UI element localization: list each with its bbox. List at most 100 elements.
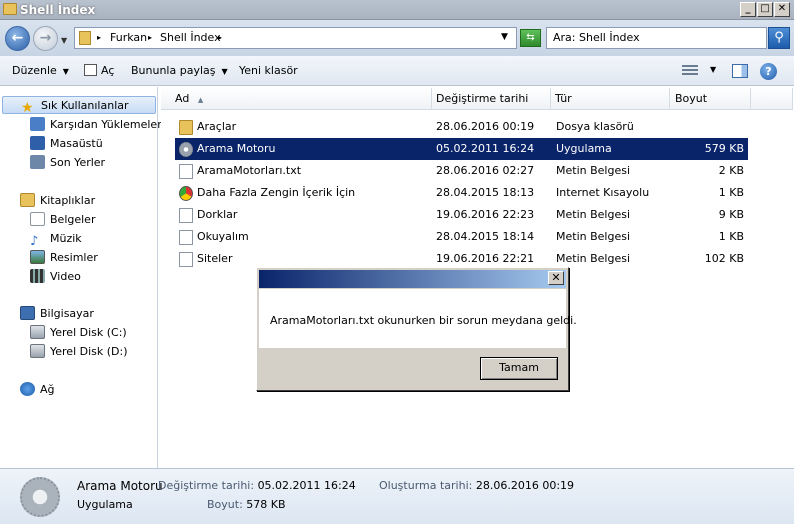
details-created: Oluşturma tarihi: 28.06.2016 00:19 (379, 479, 574, 492)
recent-pages-dropdown-icon[interactable]: ▼ (61, 36, 67, 45)
organize-label: Düzenle (12, 64, 57, 77)
details-size-value: 578 KB (246, 498, 286, 511)
file-type: Dosya klasörü (556, 120, 634, 133)
nav-favorites-label: Sık Kullanılanlar (41, 99, 129, 112)
back-button[interactable]: ← (5, 26, 30, 51)
dialog-close-button[interactable]: ✕ (548, 271, 564, 285)
share-button[interactable]: Bununla paylaş ▼ (131, 64, 228, 77)
column-header-type[interactable]: Tür (551, 88, 670, 110)
file-type: Metin Belgesi (556, 230, 631, 243)
column-header-date[interactable]: Değiştirme tarihi (432, 88, 551, 110)
file-type: Internet Kısayolu (556, 186, 650, 199)
details-modified: Değiştirme tarihi: 05.02.2011 16:24 (158, 479, 356, 492)
address-bar[interactable]: ▸ Furkan ▸ Shell İndex ▸ ▼ (74, 27, 517, 49)
chevron-right-icon[interactable]: ▸ (218, 33, 222, 42)
organize-button[interactable]: Düzenle ▼ (12, 64, 69, 77)
breadcrumb-furkan[interactable]: Furkan (110, 31, 147, 44)
nav-desktop[interactable]: Masaüstü (30, 135, 103, 153)
nav-desktop-label: Masaüstü (50, 137, 103, 150)
error-dialog: ✕ AramaMotorları.txt okunurken bir sorun… (256, 267, 577, 391)
chevron-right-icon[interactable]: ▸ (97, 33, 101, 42)
column-headers: Ad ▲ Değiştirme tarihi Tür Boyut (161, 88, 793, 110)
document-icon (179, 208, 193, 223)
file-name: Okuyalım (197, 230, 249, 243)
file-row[interactable]: Dorklar 19.06.2016 22:23 Metin Belgesi 9… (175, 204, 748, 226)
nav-documents-label: Belgeler (50, 213, 96, 226)
document-icon (179, 164, 193, 179)
file-date: 19.06.2016 22:23 (436, 208, 535, 221)
address-dropdown-icon[interactable]: ▼ (501, 32, 508, 42)
new-folder-button[interactable]: Yeni klasör (239, 64, 298, 77)
file-type: Metin Belgesi (556, 164, 631, 177)
nav-music[interactable]: ♪ Müzik (30, 230, 82, 249)
preview-pane-icon[interactable] (732, 64, 748, 78)
details-created-value: 28.06.2016 00:19 (475, 479, 575, 492)
calendar-icon (84, 64, 97, 76)
forward-button[interactable]: → (33, 26, 58, 51)
downloads-icon (30, 117, 45, 131)
chrome-icon (179, 186, 193, 201)
minimize-button[interactable]: _ (740, 2, 756, 17)
sort-ascending-icon: ▲ (197, 96, 204, 104)
nav-libraries-label: Kitaplıklar (40, 194, 96, 207)
file-row[interactable]: Daha Fazla Zengin İçerik İçin 28.04.2015… (175, 182, 748, 204)
column-header-size[interactable]: Boyut (670, 88, 751, 110)
open-button[interactable]: Aç (84, 64, 114, 77)
breadcrumb-shell-index[interactable]: Shell İndex (160, 31, 221, 44)
ok-button[interactable]: Tamam (480, 357, 558, 380)
details-size-label: Boyut: (207, 498, 243, 511)
file-date: 28.04.2015 18:14 (436, 230, 535, 243)
folder-icon (179, 120, 193, 135)
nav-computer-label: Bilgisayar (40, 307, 94, 320)
nav-downloads[interactable]: Karşıdan Yüklemeler (30, 116, 162, 134)
dialog-title-bar[interactable]: ✕ (259, 270, 566, 288)
maximize-button[interactable]: □ (757, 2, 773, 17)
nav-documents[interactable]: Belgeler (30, 211, 95, 229)
folder-icon (3, 3, 17, 15)
nav-network[interactable]: Ağ (20, 381, 55, 399)
file-name: Araçlar (197, 120, 237, 133)
file-date: 28.04.2015 18:13 (436, 186, 535, 199)
views-icon[interactable] (682, 65, 698, 77)
nav-favorites[interactable]: ★ Sık Kullanılanlar (2, 96, 156, 115)
nav-computer[interactable]: Bilgisayar (20, 305, 94, 323)
nav-pictures[interactable]: Resimler (30, 249, 98, 267)
close-button[interactable]: ✕ (774, 2, 790, 17)
computer-icon (20, 306, 35, 320)
open-label: Aç (101, 64, 115, 77)
nav-video[interactable]: Video (30, 268, 81, 286)
file-row-selected[interactable]: Arama Motoru 05.02.2011 16:24 Uygulama 5… (175, 138, 748, 160)
views-dropdown-icon[interactable]: ▼ (710, 65, 716, 74)
file-row[interactable]: AramaMotorları.txt 28.06.2016 02:27 Meti… (175, 160, 748, 182)
nav-music-label: Müzik (50, 232, 82, 245)
file-row[interactable]: Okuyalım 28.04.2015 18:14 Metin Belgesi … (175, 226, 748, 248)
column-header-empty[interactable] (751, 88, 793, 110)
column-header-name[interactable]: Ad ▲ (161, 88, 432, 110)
nav-video-label: Video (50, 270, 81, 283)
nav-recent-places[interactable]: Son Yerler (30, 154, 105, 172)
file-row[interactable]: Araçlar 28.06.2016 00:19 Dosya klasörü (175, 116, 748, 138)
nav-libraries[interactable]: Kitaplıklar (20, 192, 95, 210)
window-title: Shell İndex (20, 3, 96, 17)
details-created-label: Oluşturma tarihi: (379, 479, 473, 492)
title-bar: Shell İndex _ □ ✕ (0, 0, 794, 20)
search-icon[interactable]: ⚲ (768, 27, 790, 49)
file-size: 102 KB (704, 252, 744, 265)
details-modified-label: Değiştirme tarihi: (158, 479, 255, 492)
dialog-message: AramaMotorları.txt okunurken bir sorun m… (270, 314, 577, 327)
desktop-icon (30, 136, 45, 150)
nav-disk-d[interactable]: Yerel Disk (D:) (30, 343, 128, 361)
chevron-right-icon[interactable]: ▸ (148, 33, 152, 42)
documents-icon (30, 212, 45, 226)
dialog-body: AramaMotorları.txt okunurken bir sorun m… (259, 289, 577, 348)
refresh-icon[interactable]: ⇆ (520, 29, 541, 47)
file-size: 1 KB (718, 230, 744, 243)
address-row: ← → ▼ ▸ Furkan ▸ Shell İndex ▸ ▼ ⇆ Ara: … (0, 20, 794, 56)
help-icon[interactable]: ? (760, 63, 777, 80)
file-date: 28.06.2016 00:19 (436, 120, 535, 133)
column-name-label: Ad (175, 92, 190, 105)
nav-disk-c[interactable]: Yerel Disk (C:) (30, 324, 127, 342)
search-input[interactable]: Ara: Shell İndex (546, 27, 767, 49)
file-name: Arama Motoru (197, 142, 276, 155)
gear-icon (20, 477, 60, 517)
